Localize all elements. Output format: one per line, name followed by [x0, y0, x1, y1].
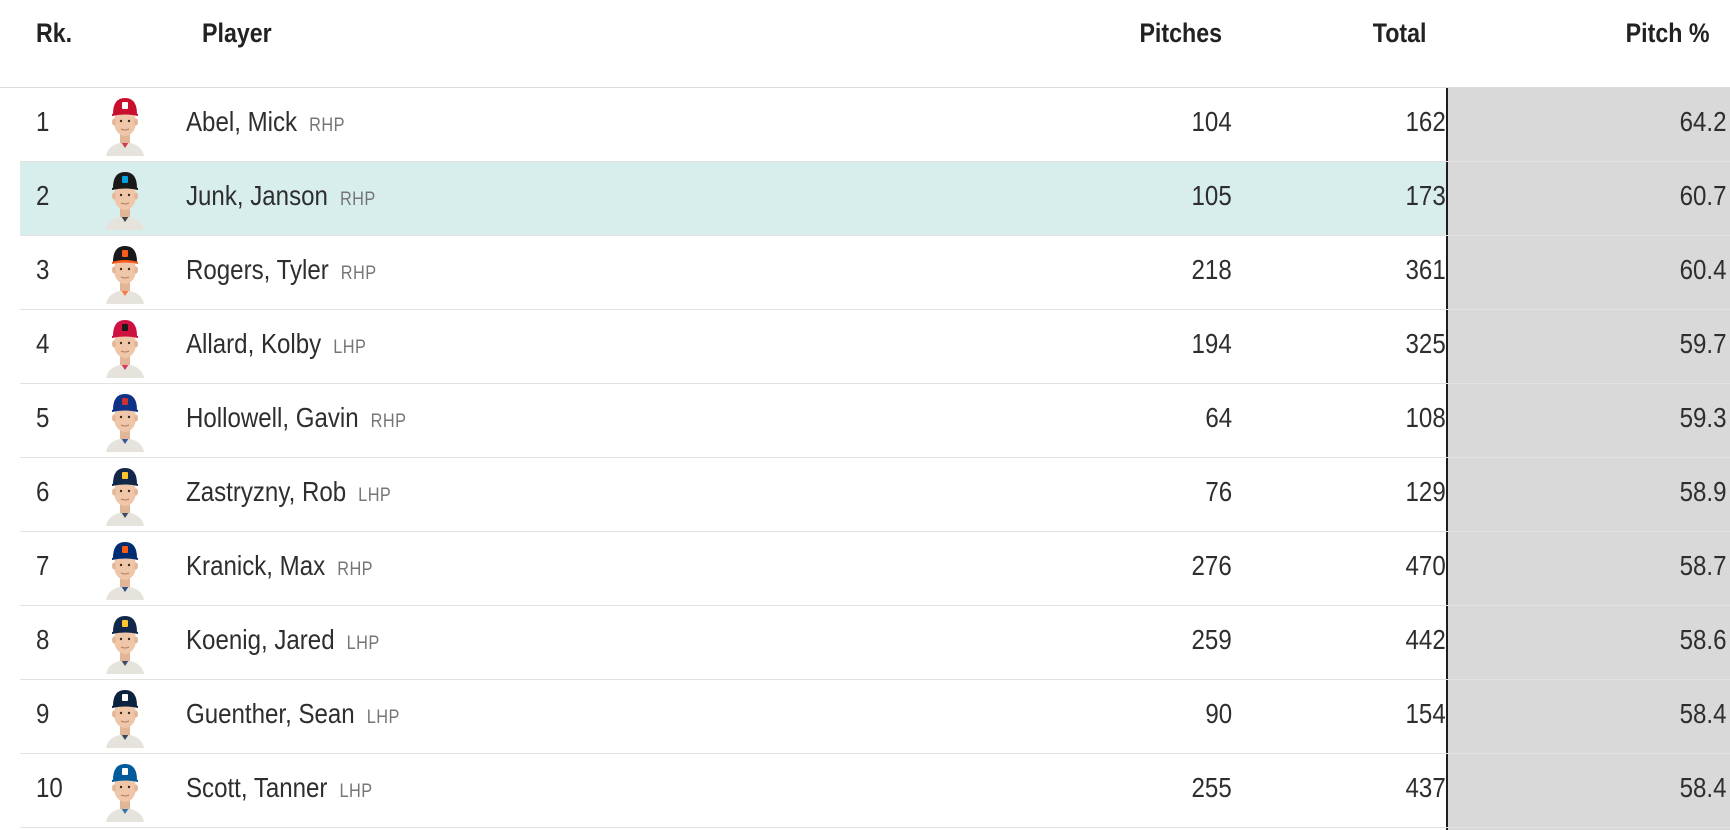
leaderboard-table: Rk. Player Pitches Total Pitch % 1 Abel, … — [0, 0, 1730, 830]
player-name-link[interactable]: Scott, Tanner — [186, 772, 327, 803]
player-name-link[interactable]: Allard, Kolby — [186, 328, 321, 359]
pitch-percent-cell: 59.3 — [1679, 402, 1726, 433]
pitches-cell: 90 — [1205, 698, 1232, 729]
total-cell: 325 — [1405, 328, 1446, 359]
header-pitch-percent[interactable]: Pitch % — [1626, 18, 1710, 49]
table-header: Rk. Player Pitches Total Pitch % — [0, 0, 1730, 88]
rank-cell: 3 — [36, 254, 50, 285]
header-pitches[interactable]: Pitches — [1139, 18, 1222, 49]
header-player[interactable]: Player — [202, 18, 272, 49]
pitches-cell: 255 — [1191, 772, 1232, 803]
pitch-percent-cell: 58.4 — [1679, 698, 1726, 729]
pitch-percent-cell: 58.4 — [1679, 772, 1726, 803]
total-cell: 442 — [1405, 624, 1446, 655]
total-cell: 470 — [1405, 550, 1446, 581]
player-name-link[interactable]: Junk, Janson — [186, 180, 328, 211]
throwing-hand-label: LHP — [339, 781, 373, 802]
pitches-cell: 194 — [1191, 328, 1232, 359]
total-cell: 129 — [1405, 476, 1446, 507]
throwing-hand-label: LHP — [333, 337, 367, 358]
player-avatar — [106, 616, 144, 674]
player-name-cell[interactable]: Scott, Tanner LHP — [186, 772, 373, 804]
rank-cell: 6 — [36, 476, 50, 507]
pitch-percent-cell: 58.9 — [1679, 476, 1726, 507]
player-avatar — [106, 468, 144, 526]
player-avatar — [106, 98, 144, 156]
pitch-percent-cell: 58.6 — [1679, 624, 1726, 655]
pitch-percent-cell: 59.7 — [1679, 328, 1726, 359]
table-row[interactable]: 3 Rogers, Tyler RHP 218 361 60.4 — [20, 236, 1730, 310]
total-cell: 361 — [1405, 254, 1446, 285]
pitches-cell: 276 — [1191, 550, 1232, 581]
rank-cell: 9 — [36, 698, 50, 729]
throwing-hand-label: RHP — [337, 559, 374, 580]
player-name-cell[interactable]: Koenig, Jared LHP — [186, 624, 380, 656]
player-avatar — [106, 246, 144, 304]
table-row[interactable]: 8 Koenig, Jared LHP 259 442 58.6 — [20, 606, 1730, 680]
player-avatar — [106, 542, 144, 600]
player-name-link[interactable]: Zastryzny, Rob — [186, 476, 346, 507]
pitches-cell: 104 — [1191, 106, 1232, 137]
rank-cell: 8 — [36, 624, 50, 655]
throwing-hand-label: RHP — [309, 115, 345, 136]
throwing-hand-label: LHP — [346, 633, 380, 654]
pitch-percent-cell: 58.7 — [1679, 550, 1726, 581]
total-cell: 162 — [1405, 106, 1446, 137]
player-name-cell[interactable]: Abel, Mick RHP — [186, 106, 345, 138]
pitches-cell: 105 — [1191, 180, 1232, 211]
header-rank[interactable]: Rk. — [36, 18, 72, 49]
pitch-percent-cell: 60.4 — [1679, 254, 1726, 285]
player-name-cell[interactable]: Junk, Janson RHP — [186, 180, 376, 212]
pitches-cell: 64 — [1205, 402, 1232, 433]
table-row[interactable]: 1 Abel, Mick RHP 104 162 64.2 — [20, 88, 1730, 162]
rank-cell: 7 — [36, 550, 50, 581]
rank-cell: 5 — [36, 402, 50, 433]
player-name-link[interactable]: Abel, Mick — [186, 106, 297, 137]
total-cell: 437 — [1405, 772, 1446, 803]
player-name-cell[interactable]: Allard, Kolby LHP — [186, 328, 366, 360]
player-name-link[interactable]: Guenther, Sean — [186, 698, 355, 729]
table-row[interactable]: 6 Zastryzny, Rob LHP 76 129 58.9 — [20, 458, 1730, 532]
rank-cell: 10 — [36, 772, 63, 803]
player-avatar — [106, 394, 144, 452]
player-name-cell[interactable]: Guenther, Sean LHP — [186, 698, 400, 730]
player-name-link[interactable]: Rogers, Tyler — [186, 254, 329, 285]
table-row[interactable]: 10 Scott, Tanner LHP 255 437 58.4 — [20, 754, 1730, 828]
header-total[interactable]: Total — [1372, 18, 1426, 49]
player-avatar — [106, 172, 144, 230]
player-name-link[interactable]: Hollowell, Gavin — [186, 402, 359, 433]
pitches-cell: 76 — [1205, 476, 1232, 507]
pitches-cell: 218 — [1191, 254, 1232, 285]
throwing-hand-label: LHP — [366, 707, 400, 728]
player-avatar — [106, 764, 144, 822]
throwing-hand-label: LHP — [358, 485, 392, 506]
rank-cell: 2 — [36, 180, 50, 211]
table-row[interactable]: 9 Guenther, Sean LHP 90 154 58.4 — [20, 680, 1730, 754]
total-cell: 173 — [1405, 180, 1446, 211]
rank-cell: 1 — [36, 106, 50, 137]
throwing-hand-label: RHP — [370, 411, 407, 432]
rank-cell: 4 — [36, 328, 50, 359]
pitch-percent-cell: 64.2 — [1679, 106, 1726, 137]
player-name-cell[interactable]: Kranick, Max RHP — [186, 550, 373, 582]
throwing-hand-label: RHP — [339, 189, 376, 210]
player-name-link[interactable]: Koenig, Jared — [186, 624, 335, 655]
throwing-hand-label: RHP — [340, 263, 377, 284]
player-avatar — [106, 320, 144, 378]
total-cell: 154 — [1405, 698, 1446, 729]
pitch-percent-cell: 60.7 — [1679, 180, 1726, 211]
player-name-link[interactable]: Kranick, Max — [186, 550, 325, 581]
table-row[interactable]: 5 Hollowell, Gavin RHP 64 108 59.3 — [20, 384, 1730, 458]
total-cell: 108 — [1405, 402, 1446, 433]
pitches-cell: 259 — [1191, 624, 1232, 655]
table-row[interactable]: 7 Kranick, Max RHP 276 470 58.7 — [20, 532, 1730, 606]
table-row[interactable]: 2 Junk, Janson RHP 105 173 60.7 — [20, 162, 1730, 236]
player-avatar — [106, 690, 144, 748]
player-name-cell[interactable]: Rogers, Tyler RHP — [186, 254, 377, 286]
table-row[interactable]: 4 Allard, Kolby LHP 194 325 59.7 — [20, 310, 1730, 384]
player-name-cell[interactable]: Zastryzny, Rob LHP — [186, 476, 391, 508]
player-name-cell[interactable]: Hollowell, Gavin RHP — [186, 402, 406, 434]
